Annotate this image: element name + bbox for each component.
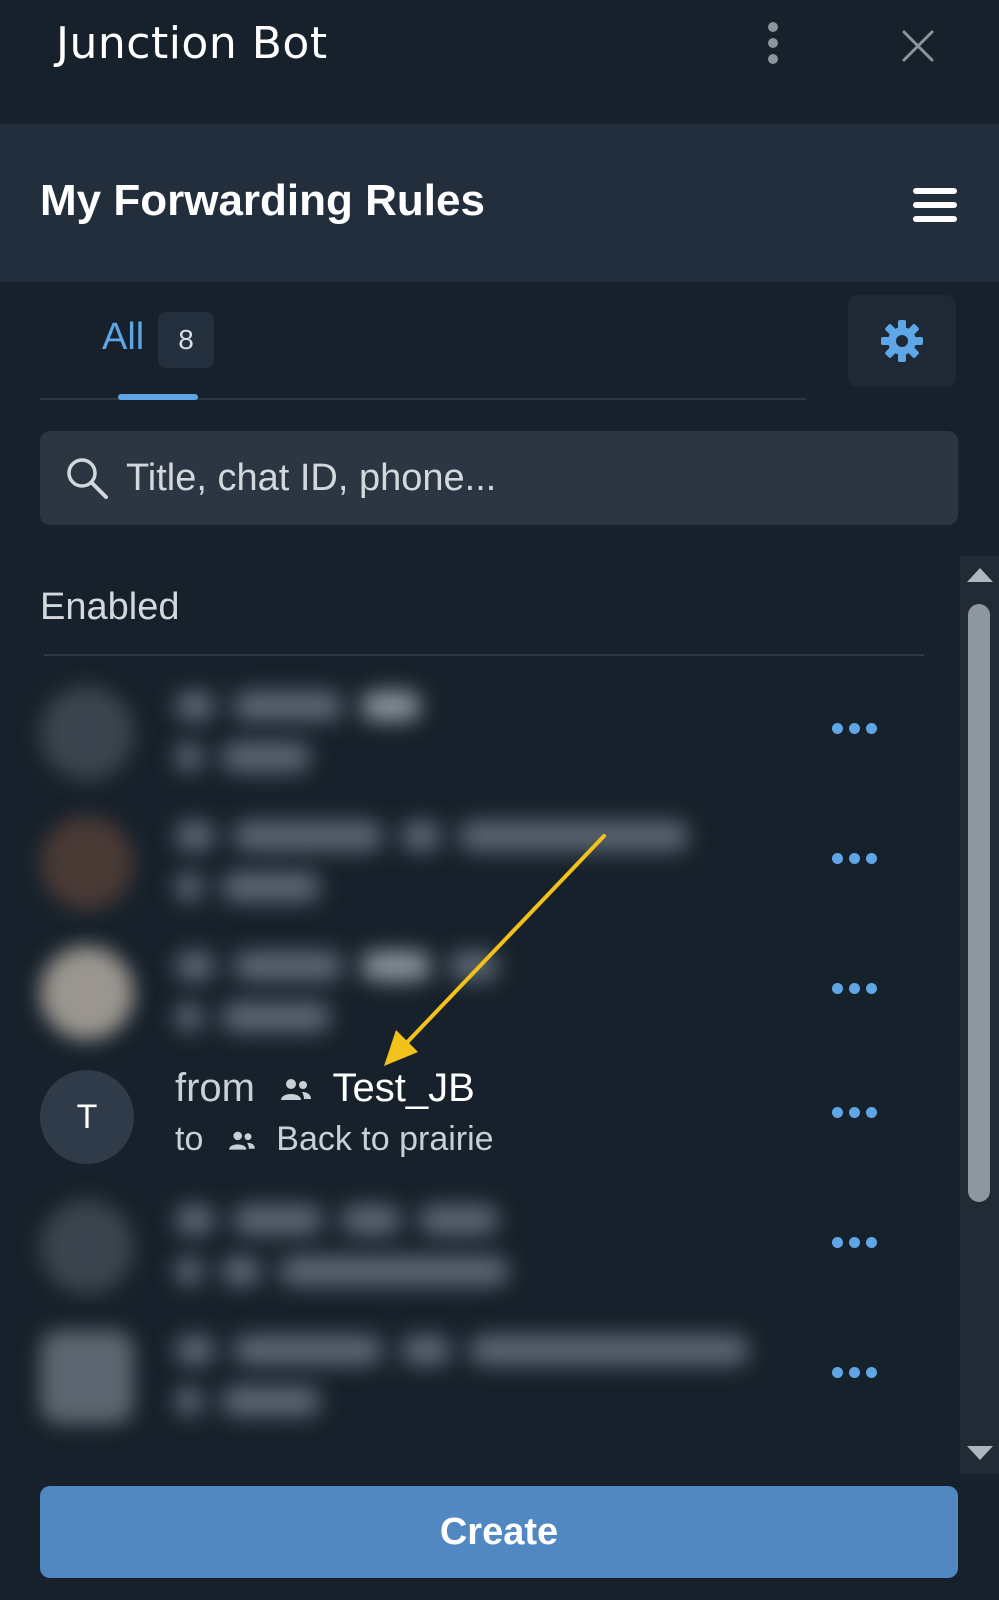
page-header: My Forwarding Rules — [0, 124, 999, 282]
more-dots-icon[interactable] — [832, 1232, 878, 1252]
group-icon — [228, 1131, 255, 1150]
rule-to-line — [175, 996, 349, 1035]
annotation-arrow — [384, 834, 606, 1066]
avatar — [40, 1330, 134, 1424]
rule-to-line — [175, 1380, 339, 1419]
rule-row[interactable] — [0, 666, 920, 796]
tab-all-count-badge: 8 — [158, 312, 214, 368]
gear-icon — [881, 320, 923, 362]
hamburger-icon[interactable] — [913, 188, 959, 224]
search-box — [40, 431, 958, 525]
more-dots-icon[interactable] — [832, 1102, 878, 1122]
tab-all[interactable]: All — [102, 316, 144, 359]
scrollbar[interactable] — [960, 556, 999, 1474]
avatar — [40, 686, 134, 780]
to-label: to — [175, 1120, 204, 1158]
create-button[interactable]: Create — [40, 1486, 958, 1578]
kebab-menu-icon[interactable] — [760, 18, 786, 68]
active-tab-indicator — [118, 394, 198, 400]
page-title: My Forwarding Rules — [40, 176, 485, 225]
group-icon — [281, 1079, 312, 1101]
rule-to-line — [175, 866, 339, 905]
more-dots-icon[interactable] — [832, 978, 878, 998]
rule-row[interactable] — [0, 1310, 920, 1440]
search-icon — [67, 458, 108, 499]
avatar — [40, 946, 134, 1040]
divider — [44, 654, 924, 656]
rule-to-line — [175, 736, 329, 775]
settings-button[interactable] — [848, 295, 956, 387]
scrollbar-thumb[interactable] — [968, 604, 990, 1202]
rule-from-line — [175, 1326, 767, 1371]
rule-to-line: to Back to prairie — [175, 1120, 494, 1159]
section-label-enabled: Enabled — [40, 586, 180, 628]
rule-to-line — [175, 1250, 527, 1289]
avatar: T — [40, 1070, 134, 1164]
rule-row[interactable] — [0, 1180, 920, 1310]
to-chat-name: Back to prairie — [276, 1120, 494, 1158]
more-dots-icon[interactable] — [832, 718, 878, 738]
search-input[interactable] — [126, 431, 936, 525]
avatar — [40, 1200, 134, 1294]
rule-from-line — [175, 1196, 517, 1241]
close-icon[interactable] — [898, 26, 938, 66]
scroll-up-arrow-icon[interactable] — [967, 568, 993, 582]
tab-bar: All 8 — [40, 290, 806, 400]
title-bar: Junction Bot — [0, 0, 999, 124]
app-title: Junction Bot — [56, 18, 328, 69]
from-chat-name: Test_JB — [332, 1066, 475, 1110]
rule-from-line — [175, 682, 439, 727]
rule-from-line: from Test_JB — [175, 1066, 475, 1111]
avatar — [40, 816, 134, 910]
scroll-down-arrow-icon[interactable] — [967, 1446, 993, 1460]
more-dots-icon[interactable] — [832, 848, 878, 868]
more-dots-icon[interactable] — [832, 1362, 878, 1382]
from-label: from — [175, 1066, 255, 1110]
